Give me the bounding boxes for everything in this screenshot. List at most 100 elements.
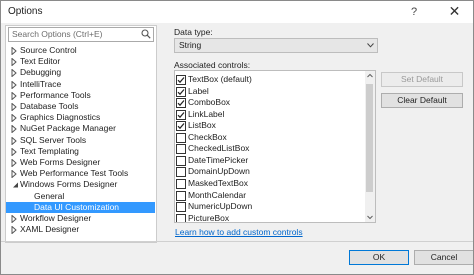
set-default-button[interactable]: Set Default: [381, 72, 463, 87]
tree-item-nuget-package-manager[interactable]: NuGet Package Manager: [6, 123, 155, 134]
checkbox-unchecked[interactable]: [176, 144, 186, 155]
tree-item-text-editor[interactable]: Text Editor: [6, 56, 155, 67]
tree-item-web-forms-designer[interactable]: Web Forms Designer: [6, 157, 155, 168]
control-item-listbox[interactable]: ListBox: [175, 119, 363, 132]
checkbox-checked[interactable]: [176, 86, 186, 97]
tree-item-label: Database Tools: [20, 101, 79, 111]
checkmark-icon: [177, 88, 185, 95]
help-button[interactable]: ?: [403, 1, 425, 23]
checkbox-unchecked[interactable]: [176, 190, 186, 201]
cancel-button[interactable]: Cancel: [414, 250, 473, 265]
expand-arrow-icon[interactable]: [11, 46, 17, 56]
checkbox-unchecked[interactable]: [176, 202, 186, 213]
clear-default-button[interactable]: Clear Default: [381, 93, 463, 108]
checkbox-unchecked[interactable]: [176, 178, 186, 189]
checkbox-checked[interactable]: [176, 121, 186, 132]
checkbox-unchecked[interactable]: [176, 132, 186, 143]
custom-controls-link[interactable]: Learn how to add custom controls: [175, 227, 303, 237]
expand-arrow-icon[interactable]: [11, 68, 17, 78]
checkmark-icon: [177, 111, 185, 118]
control-item-label: LinkLabel: [188, 108, 225, 119]
options-navigation-pane: Source ControlText EditorDebuggingIntell…: [5, 25, 157, 243]
control-item-domainupdown[interactable]: DomainUpDown: [175, 165, 363, 178]
search-icon[interactable]: [141, 29, 151, 39]
control-item-label: Label: [188, 85, 209, 96]
tree-item-source-control[interactable]: Source Control: [6, 45, 155, 56]
control-item-label: NumericUpDown: [188, 201, 253, 212]
control-item-picturebox[interactable]: PictureBox: [175, 212, 363, 222]
tree-item-intellitrace[interactable]: IntelliTrace: [6, 79, 155, 90]
expand-arrow-icon[interactable]: [11, 214, 17, 224]
control-item-checkedlistbox[interactable]: CheckedListBox: [175, 142, 363, 155]
control-item-label: DateTimePicker: [188, 154, 249, 165]
tree-item-web-performance-test-tools[interactable]: Web Performance Test Tools: [6, 168, 155, 179]
control-item-label[interactable]: Label: [175, 85, 363, 97]
tree-item-text-templating[interactable]: Text Templating: [6, 146, 155, 157]
tree-item-database-tools[interactable]: Database Tools: [6, 101, 155, 112]
checkbox-unchecked[interactable]: [176, 155, 186, 166]
control-item-monthcalendar[interactable]: MonthCalendar: [175, 189, 363, 201]
control-item-combobox[interactable]: ComboBox: [175, 96, 363, 109]
tree-item-windows-forms-designer[interactable]: Windows Forms Designer: [6, 179, 155, 190]
expand-arrow-icon[interactable]: [11, 91, 17, 101]
checkbox-checked[interactable]: [176, 109, 186, 120]
collapse-arrow-icon[interactable]: [11, 181, 18, 189]
expand-arrow-icon[interactable]: [11, 225, 17, 235]
control-item-label: MaskedTextBox: [188, 177, 248, 188]
checkbox-checked[interactable]: [176, 75, 186, 85]
expand-arrow-icon[interactable]: [11, 135, 17, 146]
expand-arrow-icon[interactable]: [11, 102, 17, 112]
associated-controls-label: Associated controls:: [174, 60, 251, 70]
tree-item-label: Windows Forms Designer: [20, 179, 118, 190]
control-item-label: MonthCalendar: [188, 189, 247, 200]
tree-item-label: XAML Designer: [20, 224, 80, 235]
associated-controls-list: TextBox (default) Label ComboBox LinkLabel L…: [174, 70, 376, 223]
control-item-datetimepicker[interactable]: DateTimePicker: [175, 154, 363, 166]
tree-item-xaml-designer[interactable]: XAML Designer: [6, 224, 155, 235]
control-item-textbox-default[interactable]: TextBox (default): [175, 73, 363, 85]
list-scrollbar[interactable]: [365, 71, 375, 222]
control-item-maskedtextbox[interactable]: MaskedTextBox: [175, 177, 363, 189]
tree-item-label: Source Control: [20, 45, 77, 55]
control-item-numericupdown[interactable]: NumericUpDown: [175, 200, 363, 213]
search-input[interactable]: [9, 28, 139, 40]
tree-item-label: General: [34, 190, 65, 201]
close-button[interactable]: ✕: [436, 1, 473, 23]
scroll-up-icon[interactable]: [365, 71, 375, 81]
control-item-linklabel[interactable]: LinkLabel: [175, 108, 363, 120]
data-type-value: String: [179, 40, 202, 50]
checkbox-unchecked[interactable]: [176, 167, 186, 178]
tree-item-debugging[interactable]: Debugging: [6, 67, 155, 78]
tree-item-label: Text Templating: [20, 145, 79, 156]
expand-arrow-icon[interactable]: [11, 79, 17, 90]
control-item-checkbox[interactable]: CheckBox: [175, 131, 363, 143]
checkbox-checked[interactable]: [176, 98, 186, 109]
expand-arrow-icon[interactable]: [11, 147, 17, 157]
tree-item-graphics-diagnostics[interactable]: Graphics Diagnostics: [6, 112, 155, 123]
search-box[interactable]: [8, 27, 154, 42]
control-item-label: TextBox (default): [188, 74, 252, 84]
chevron-down-icon: [367, 43, 374, 48]
tree-item-performance-tools[interactable]: Performance Tools: [6, 90, 155, 101]
expand-arrow-icon[interactable]: [11, 57, 17, 67]
tree-item-data-ui-customization[interactable]: Data UI Customization: [6, 201, 155, 213]
checkmark-icon: [177, 123, 185, 130]
scroll-down-icon[interactable]: [365, 212, 375, 222]
expand-arrow-icon[interactable]: [11, 113, 17, 123]
tree-item-general[interactable]: General: [6, 191, 155, 202]
expand-arrow-icon[interactable]: [11, 158, 17, 168]
checkbox-unchecked[interactable]: [176, 213, 186, 222]
tree-item-label: Performance Tools: [20, 89, 91, 100]
tree-item-label: IntelliTrace: [20, 78, 62, 89]
tree-item-label: NuGet Package Manager: [20, 123, 116, 134]
data-type-dropdown[interactable]: String: [174, 38, 378, 53]
tree-item-workflow-designer[interactable]: Workflow Designer: [6, 213, 155, 224]
tree-item-sql-server-tools[interactable]: SQL Server Tools: [6, 135, 155, 146]
checkmark-icon: [177, 100, 185, 107]
title-bar: Options ? ✕: [1, 1, 473, 23]
expand-arrow-icon[interactable]: [11, 124, 17, 134]
scrollbar-thumb[interactable]: [366, 84, 373, 192]
expand-arrow-icon[interactable]: [11, 169, 17, 179]
ok-button[interactable]: OK: [349, 250, 409, 265]
control-item-label: CheckBox: [188, 131, 227, 142]
